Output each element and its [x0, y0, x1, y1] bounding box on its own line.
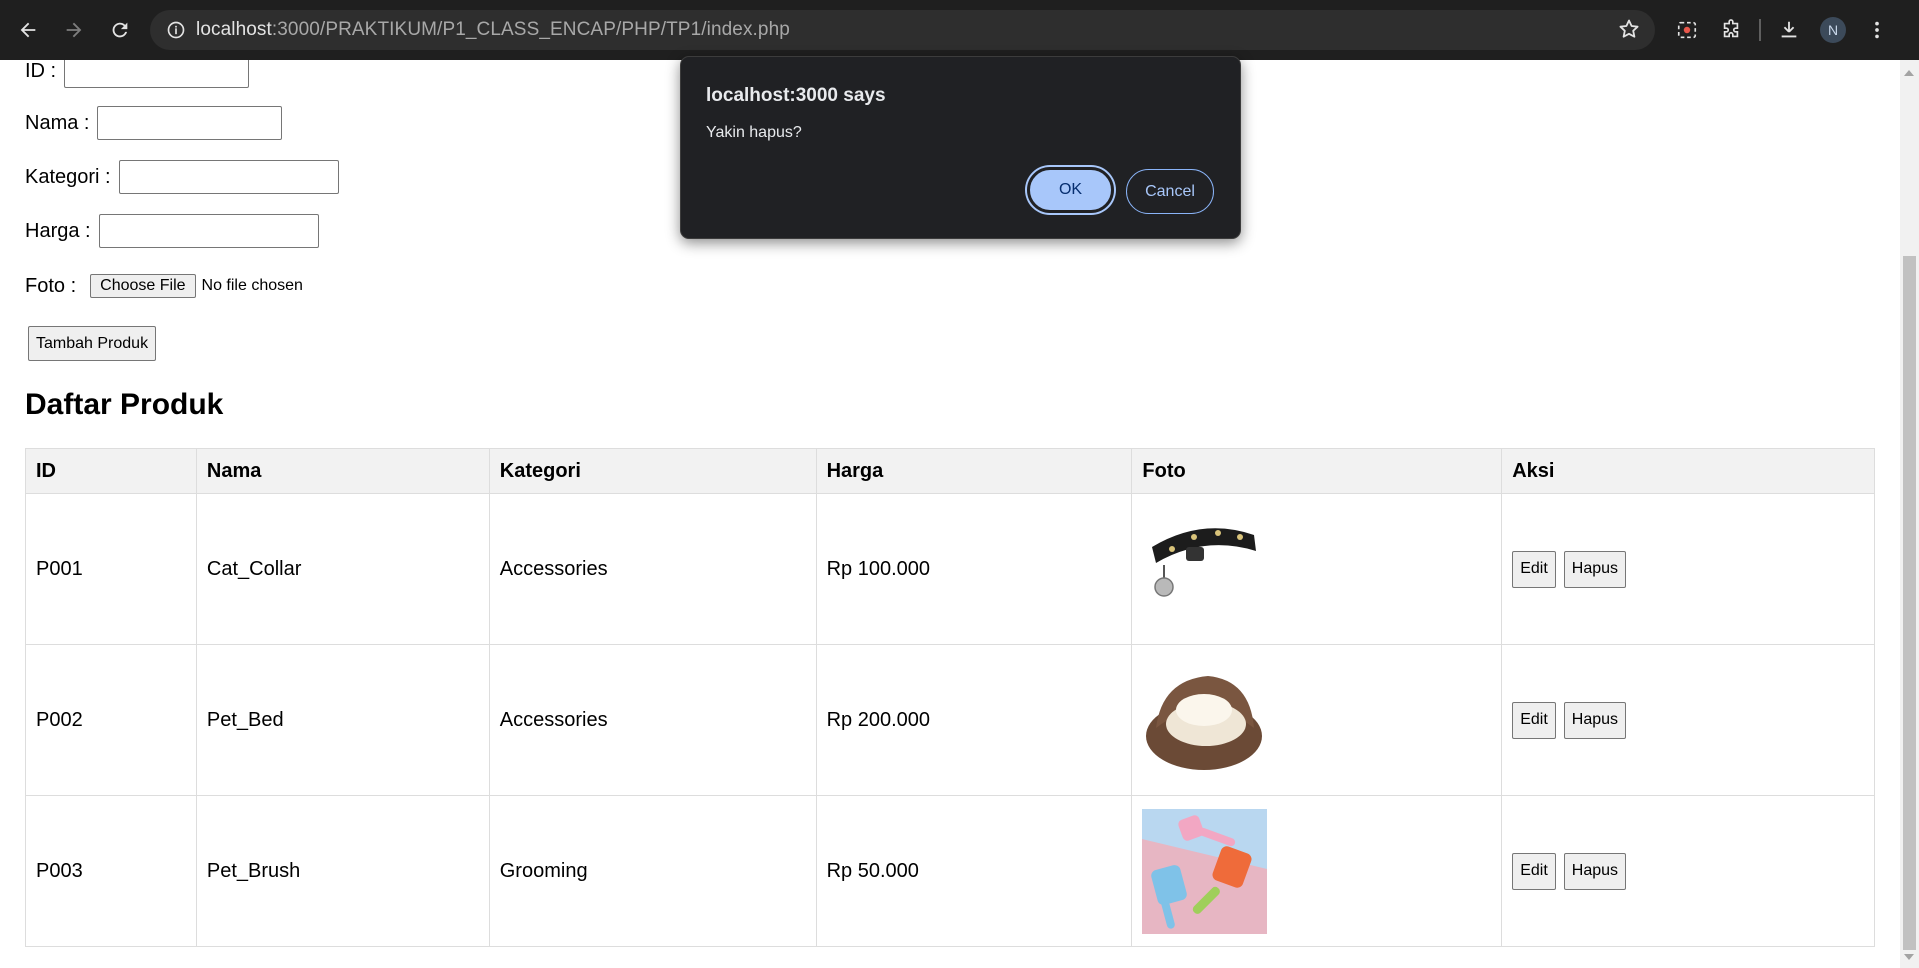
address-bar[interactable]: localhost:3000/PRAKTIKUM/P1_CLASS_ENCAP/…	[150, 10, 1655, 50]
site-info-icon[interactable]	[156, 10, 196, 50]
cell-foto	[1131, 795, 1503, 947]
dialog-title: localhost:3000 says	[706, 85, 886, 106]
daftar-produk-heading: Daftar Produk	[25, 388, 224, 421]
cell-kategori: Grooming	[488, 795, 817, 947]
extensions-icon[interactable]	[1709, 8, 1753, 52]
reload-icon[interactable]	[98, 8, 142, 52]
toolbar-separator	[1759, 19, 1761, 41]
header-aksi: Aksi	[1501, 448, 1875, 494]
cell-id: P003	[25, 795, 197, 947]
nama-input[interactable]	[97, 106, 283, 140]
header-harga: Harga	[815, 448, 1133, 494]
kategori-input[interactable]	[118, 160, 339, 194]
header-nama: Nama	[195, 448, 490, 494]
choose-file-button[interactable]: Choose File	[90, 274, 196, 298]
header-kategori: Kategori	[488, 448, 817, 494]
download-icon[interactable]	[1767, 8, 1811, 52]
form-row-nama: Nama :	[25, 106, 283, 140]
hapus-button[interactable]: Hapus	[1563, 550, 1627, 588]
pet-bed-image	[1142, 657, 1268, 783]
scroll-down-arrow[interactable]	[1904, 954, 1914, 960]
id-label: ID :	[25, 60, 57, 82]
form-row-foto: Foto : Choose File No file chosen	[25, 268, 303, 304]
hapus-button[interactable]: Hapus	[1563, 701, 1627, 739]
cell-harga: Rp 50.000	[815, 795, 1133, 947]
profile-avatar[interactable]: N	[1820, 17, 1846, 43]
pet-brush-image	[1142, 808, 1268, 934]
cell-nama: Cat_Collar	[195, 493, 490, 645]
cell-id: P002	[25, 644, 197, 796]
harga-label: Harga :	[25, 219, 91, 242]
cell-aksi: Edit Hapus	[1501, 795, 1875, 947]
cell-kategori: Accessories	[488, 644, 817, 796]
nama-label: Nama :	[25, 111, 90, 134]
cell-foto	[1131, 644, 1503, 796]
form-row-id: ID :	[25, 60, 250, 88]
page-scrollbar[interactable]	[1900, 60, 1919, 968]
foto-label: Foto :	[25, 274, 77, 297]
back-icon[interactable]	[6, 8, 50, 52]
cell-nama: Pet_Bed	[195, 644, 490, 796]
cell-kategori: Accessories	[488, 493, 817, 645]
cell-foto	[1131, 493, 1503, 645]
confirm-dialog: localhost:3000 says Yakin hapus? OK Canc…	[680, 56, 1241, 239]
screen-record-icon[interactable]	[1665, 8, 1709, 52]
file-status-text: No file chosen	[201, 277, 303, 294]
table-row: P003 Pet_Brush Grooming Rp 50.000 Edit H…	[25, 795, 1875, 947]
edit-button[interactable]: Edit	[1512, 852, 1556, 890]
product-table: ID Nama Kategori Harga Foto Aksi P001 Ca…	[25, 448, 1875, 947]
cell-aksi: Edit Hapus	[1501, 644, 1875, 796]
hapus-button[interactable]: Hapus	[1563, 852, 1627, 890]
ok-button[interactable]: OK	[1027, 167, 1114, 213]
forward-icon[interactable]	[52, 8, 96, 52]
cell-aksi: Edit Hapus	[1501, 493, 1875, 645]
table-header-row: ID Nama Kategori Harga Foto Aksi	[25, 448, 1875, 494]
form-row-kategori: Kategori :	[25, 160, 339, 194]
cell-harga: Rp 100.000	[815, 493, 1133, 645]
cat-collar-image	[1142, 506, 1268, 632]
form-row-harga: Harga :	[25, 214, 319, 248]
scroll-up-arrow[interactable]	[1904, 70, 1914, 76]
cell-id: P001	[25, 493, 197, 645]
bookmark-star-icon[interactable]	[1617, 17, 1641, 46]
cell-harga: Rp 200.000	[815, 644, 1133, 796]
dialog-message: Yakin hapus?	[706, 124, 802, 141]
header-id: ID	[25, 448, 197, 494]
cancel-button[interactable]: Cancel	[1126, 169, 1214, 214]
url-text: localhost:3000/PRAKTIKUM/P1_CLASS_ENCAP/…	[196, 19, 790, 40]
scrollbar-thumb[interactable]	[1903, 256, 1916, 950]
edit-button[interactable]: Edit	[1512, 550, 1556, 588]
kategori-label: Kategori :	[25, 165, 111, 188]
harga-input[interactable]	[98, 214, 319, 248]
header-foto: Foto	[1131, 448, 1503, 494]
browser-toolbar: localhost:3000/PRAKTIKUM/P1_CLASS_ENCAP/…	[0, 0, 1919, 60]
tambah-produk-button[interactable]: Tambah Produk	[28, 326, 157, 361]
id-input[interactable]	[64, 60, 250, 88]
edit-button[interactable]: Edit	[1512, 701, 1556, 739]
cell-nama: Pet_Brush	[195, 795, 490, 947]
table-row: P001 Cat_Collar Accessories Rp 100.000 E…	[25, 493, 1875, 645]
table-row: P002 Pet_Bed Accessories Rp 200.000 Edit…	[25, 644, 1875, 796]
menu-kebab-icon[interactable]	[1855, 8, 1899, 52]
